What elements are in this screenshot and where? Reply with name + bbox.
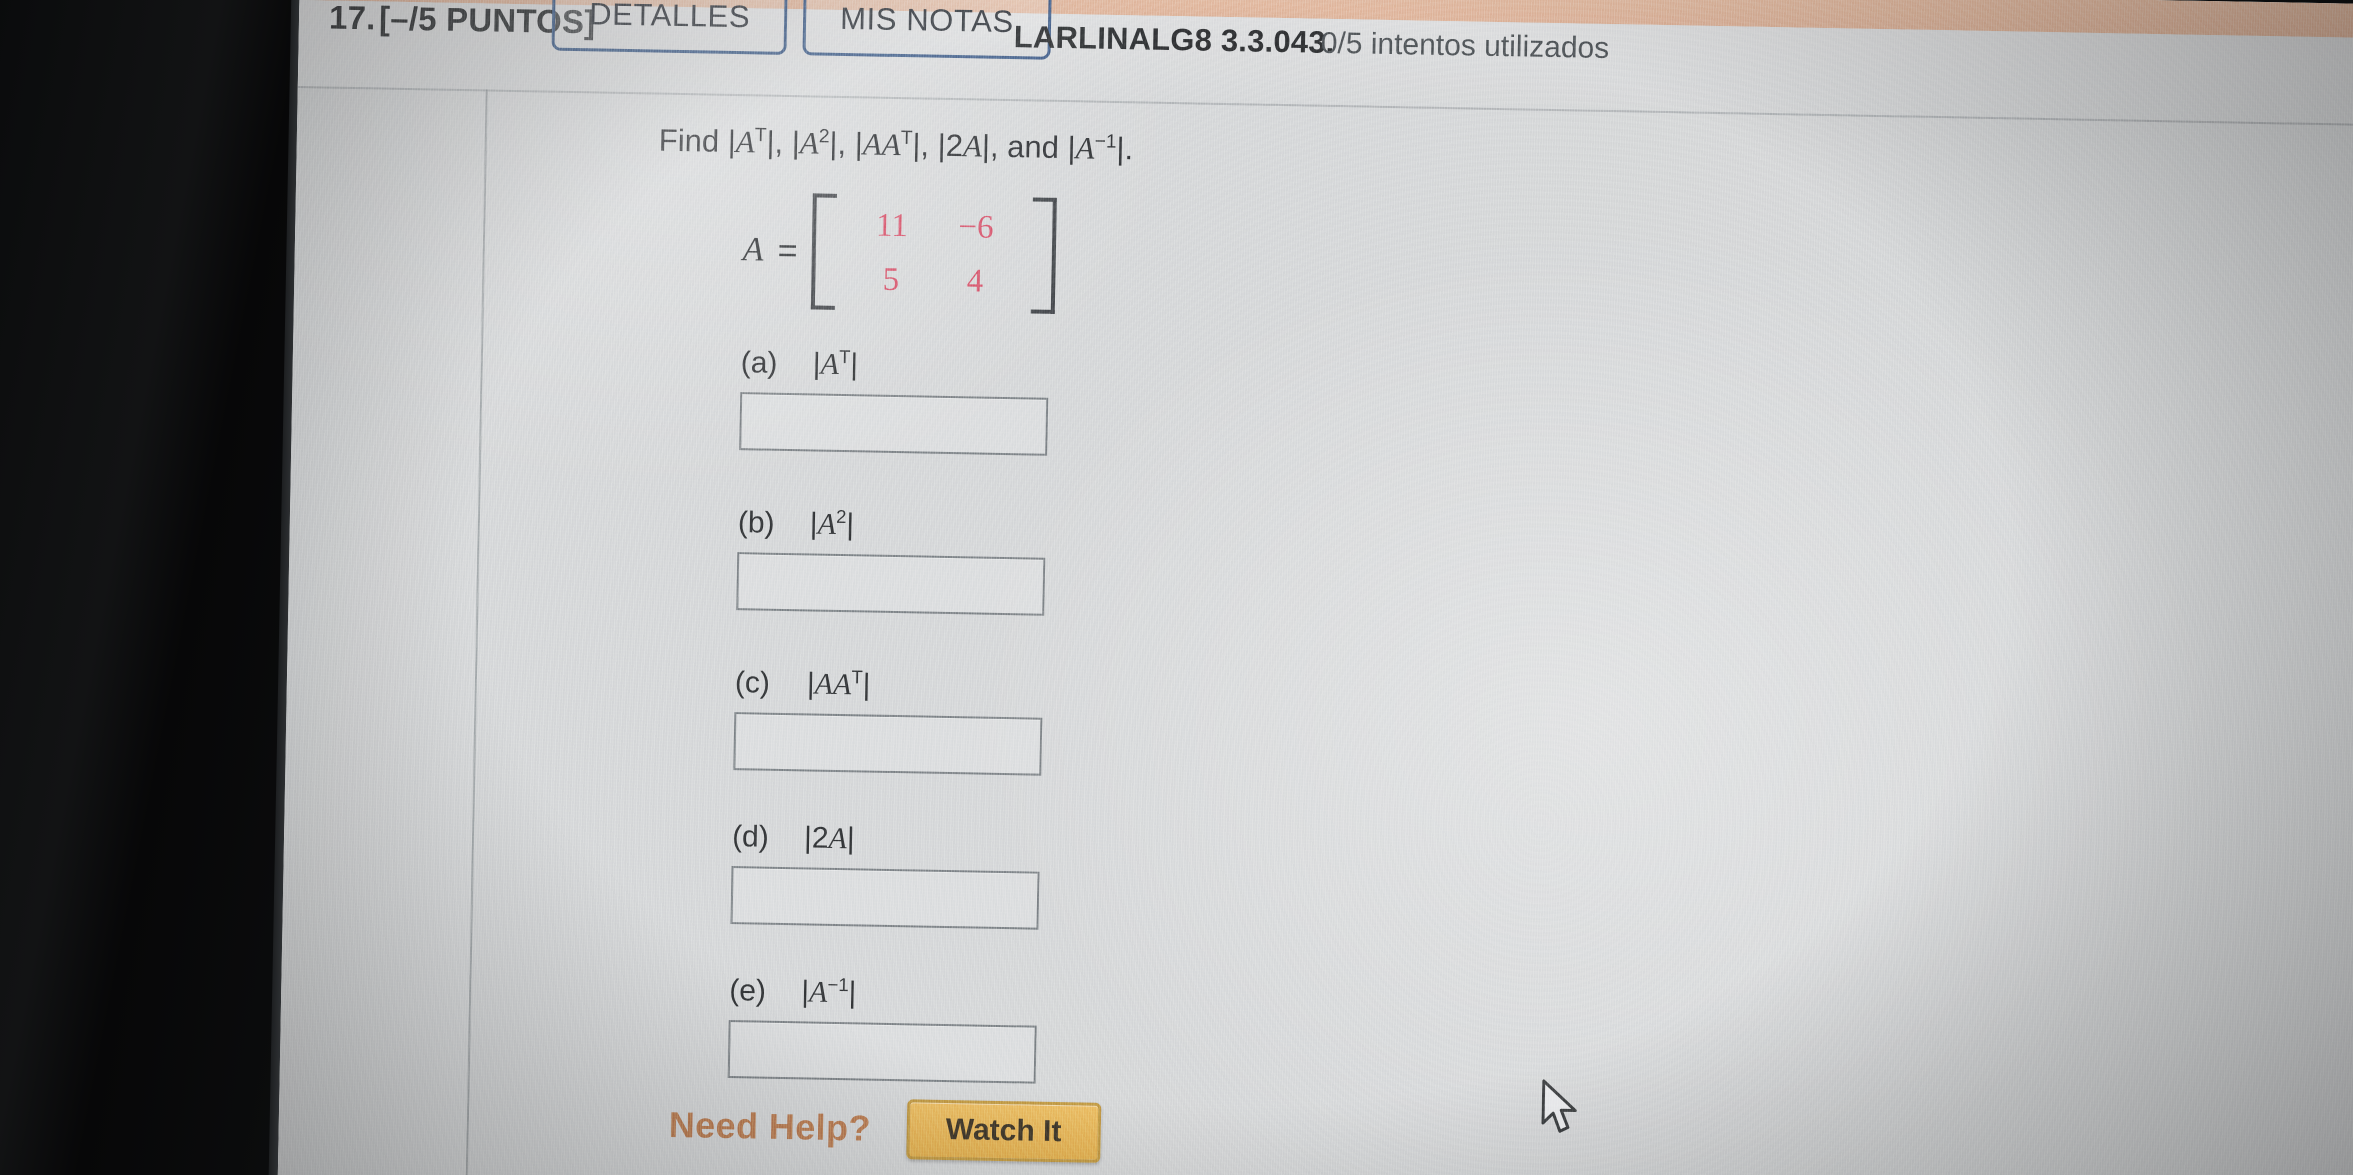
matrix-cell: −6 [958, 208, 994, 246]
part-b-label: (b) |A2| [738, 504, 1047, 546]
answer-input-e[interactable] [727, 1020, 1037, 1084]
prompt-term-2a: |2A| [937, 127, 991, 164]
part-b-letter: (b) [737, 506, 775, 540]
need-help-row: Need Help? Watch It [668, 1095, 1101, 1163]
part-d-label: (d) |2A| [732, 820, 1041, 860]
part-e-label: (e) |A−1| [729, 972, 1038, 1014]
need-help-label: Need Help? [668, 1103, 872, 1149]
question-part-e: (e) |A−1| [727, 972, 1038, 1084]
part-d-expression: |2A| [803, 821, 856, 856]
question-part-d: (d) |2A| [730, 820, 1041, 930]
part-e-letter: (e) [728, 974, 767, 1008]
question-tabs: DETALLES MIS NOTAS [551, 0, 1052, 60]
matrix-equals: = [777, 231, 798, 270]
part-d-letter: (d) [731, 820, 770, 854]
matrix-right-bracket [1030, 197, 1057, 314]
prompt-term-at: |AT| [727, 123, 775, 160]
matrix-grid: 11 −6 5 4 [849, 198, 1019, 309]
matrix-left-bracket [810, 193, 837, 310]
matrix-definition: A = 11 −6 5 4 [742, 192, 1057, 314]
attempts-status: 0/5 intentos utilizados [1320, 26, 1610, 66]
page-left-gutter [276, 0, 490, 1175]
watch-it-button[interactable]: Watch It [906, 1099, 1101, 1163]
answer-input-c[interactable] [733, 712, 1043, 776]
question-part-c: (c) |AAT| [733, 664, 1043, 776]
question-part-b: (b) |A2| [736, 504, 1046, 616]
prompt-term-a2: |A2| [791, 125, 838, 161]
matrix-cell: 5 [882, 261, 900, 298]
part-a-expression: |AT| [812, 345, 859, 382]
answer-input-d[interactable] [730, 866, 1040, 930]
prompt-suffix: . [1124, 131, 1134, 167]
mouse-cursor [1539, 1079, 1586, 1140]
question-body: Find |AT|, |A2|, |AAT|, |2A|, and |A−1|.… [467, 91, 2353, 1175]
prompt-term-aat: |AAT| [854, 126, 921, 163]
part-e-expression: |A−1| [800, 973, 857, 1010]
part-a-letter: (a) [740, 346, 778, 380]
part-c-letter: (c) [734, 666, 771, 700]
screen-content: 17. [–/5 PUNTOS] DETALLES MIS NOTAS LARL… [276, 0, 2353, 1175]
prompt-conjunction: , and [989, 128, 1068, 166]
question-reference: LARLINALG8 3.3.043. [1013, 19, 1335, 60]
prompt-term-ainv: |A−1| [1067, 130, 1125, 167]
matrix-cell: 4 [966, 262, 984, 300]
matrix-cell: 11 [875, 207, 909, 244]
answer-input-b[interactable] [736, 552, 1046, 616]
answer-input-a[interactable] [739, 392, 1049, 456]
part-c-label: (c) |AAT| [735, 664, 1044, 706]
tab-detalles[interactable]: DETALLES [551, 0, 788, 55]
part-a-label: (a) |AT| [740, 344, 1049, 386]
matrix-name: A [742, 231, 764, 269]
part-b-expression: |A2| [809, 505, 855, 542]
part-c-expression: |AAT| [806, 666, 871, 702]
photo-scene: 17. [–/5 PUNTOS] DETALLES MIS NOTAS LARL… [0, 0, 2353, 1175]
cursor-arrow-icon [1541, 1079, 1577, 1133]
prompt-prefix: Find [658, 122, 729, 159]
question-prompt: Find |AT|, |A2|, |AAT|, |2A|, and |A−1|. [658, 122, 1134, 167]
question-part-a: (a) |AT| [739, 344, 1049, 456]
